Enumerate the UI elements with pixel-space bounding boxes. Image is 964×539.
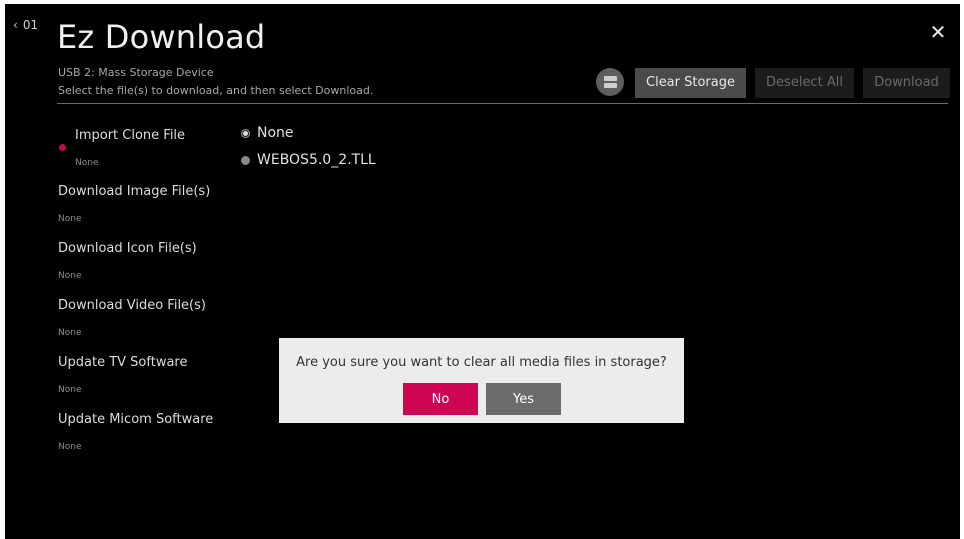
- radio-option-label: WEBOS5.0_2.TLL: [257, 152, 376, 168]
- radio-unchecked-icon: [241, 155, 250, 165]
- menu-item-label: Download Video File(s): [58, 298, 206, 313]
- radio-option-file[interactable]: WEBOS5.0_2.TLL: [241, 152, 376, 168]
- menu-item-label: Download Icon File(s): [58, 241, 197, 256]
- tv-screen: ‹ 01 Ez Download ✕ USB 2: Mass Storage D…: [5, 4, 960, 539]
- menu-item-label: Import Clone File: [75, 128, 186, 143]
- menu-item-value: None: [58, 214, 82, 224]
- deselect-all-button[interactable]: Deselect All: [755, 68, 854, 98]
- instruction-text: Select the file(s) to download, and then…: [58, 84, 374, 97]
- device-name: USB 2: Mass Storage Device: [58, 66, 214, 79]
- menu-item-label: Download Image File(s): [58, 184, 211, 199]
- clear-storage-button[interactable]: Clear Storage: [635, 68, 746, 98]
- chevron-left-icon: ‹: [13, 18, 18, 32]
- menu-item-value: None: [58, 271, 82, 281]
- focus-indicator: [59, 144, 66, 151]
- confirm-dialog: Are you sure you want to clear all media…: [279, 338, 684, 423]
- radio-option-label: None: [257, 125, 294, 141]
- download-button[interactable]: Download: [863, 68, 950, 98]
- header-divider: [57, 103, 948, 104]
- menu-item-value: None: [58, 328, 82, 338]
- storage-icon[interactable]: [596, 68, 624, 96]
- page-title: Ez Download: [57, 18, 266, 56]
- menu-item-label: Update Micom Software: [58, 412, 214, 427]
- menu-item-value: None: [75, 158, 99, 168]
- back-label: 01: [22, 18, 39, 32]
- menu-item-label: Update TV Software: [58, 355, 188, 370]
- dialog-message: Are you sure you want to clear all media…: [296, 355, 667, 370]
- back-button[interactable]: ‹ 01: [13, 18, 38, 32]
- close-icon[interactable]: ✕: [928, 22, 948, 42]
- radio-option-none[interactable]: None: [241, 125, 294, 141]
- menu-item-value: None: [58, 442, 82, 452]
- menu-item-value: None: [58, 385, 82, 395]
- no-button[interactable]: No: [403, 383, 478, 415]
- radio-checked-icon: [241, 128, 250, 138]
- yes-button[interactable]: Yes: [486, 383, 561, 415]
